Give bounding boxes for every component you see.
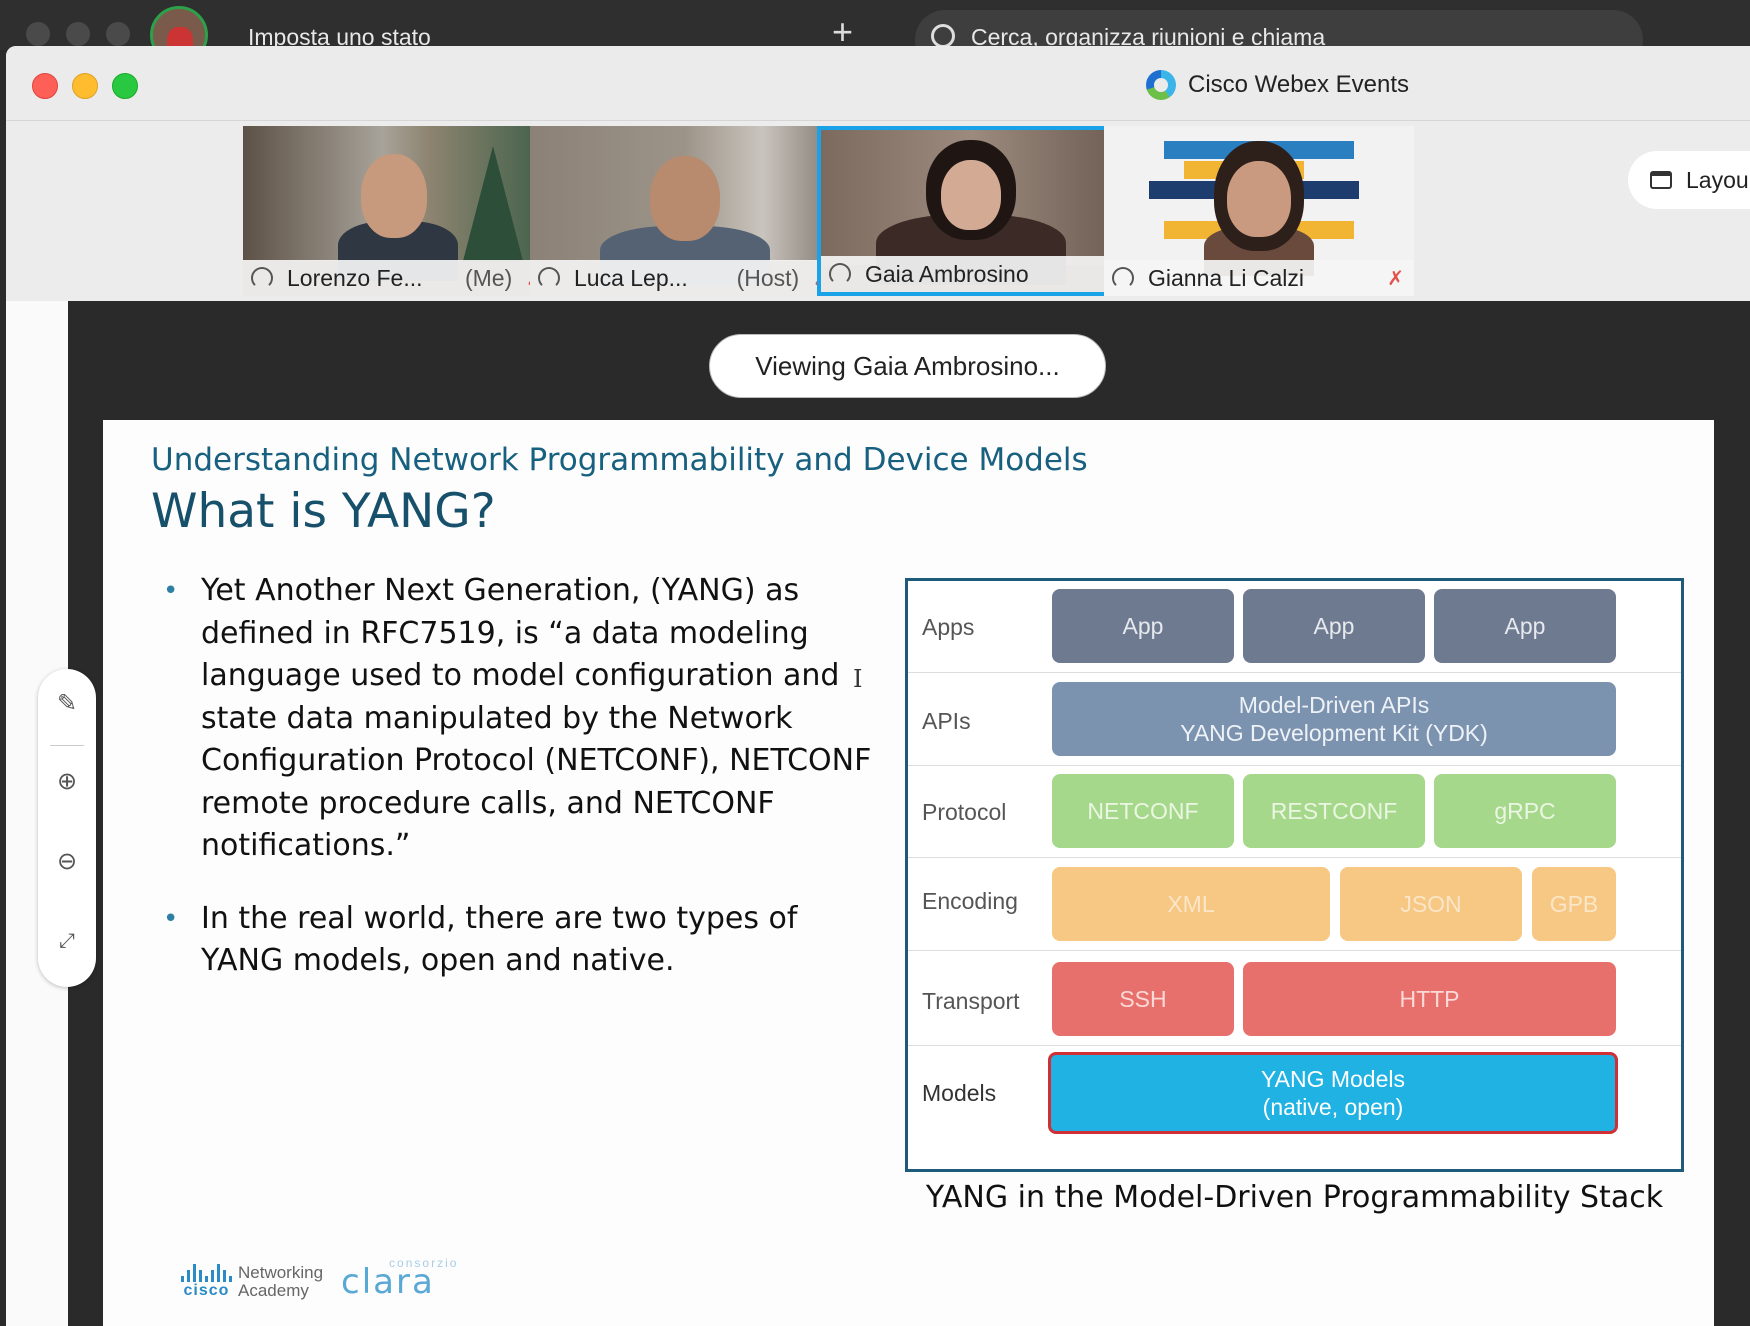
window-title: Cisco Webex Events [1188, 71, 1409, 98]
traffic-dot [106, 22, 130, 46]
diagram-caption: YANG in the Model-Driven Programmability… [925, 1180, 1664, 1215]
participant-video [821, 130, 1123, 285]
programmability-stack-diagram: Apps App App App APIs Model-Driven APIs … [905, 578, 1684, 1172]
stack-row-apps: Apps App App App [908, 581, 1681, 673]
row-label: Transport [922, 988, 1020, 1014]
encoding-block: GPB [1532, 867, 1616, 941]
protocol-block: gRPC [1434, 774, 1616, 848]
close-window-button[interactable] [32, 73, 58, 99]
participant-role: (Host) [736, 264, 800, 291]
stack-row-encoding: Encoding XML JSON GPB [908, 858, 1681, 951]
toolbar-divider [50, 745, 84, 746]
row-label: Models [922, 1080, 997, 1106]
protocol-block: RESTCONF [1243, 774, 1425, 848]
minimize-window-button[interactable] [72, 73, 98, 99]
cisco-bars-icon [181, 1264, 232, 1282]
zoom-window-button[interactable] [112, 73, 138, 99]
yang-models-block: YANG Models (native, open) [1048, 1052, 1618, 1134]
participant-strip: Lorenzo Fe... (Me) ✗ Luca Lep... (Host) … [6, 121, 1750, 301]
zoom-in-icon[interactable]: ⊕ [38, 761, 96, 801]
app-block: App [1243, 589, 1425, 663]
headset-icon [1112, 267, 1134, 289]
academy-word: Academy [238, 1281, 309, 1300]
stack-row-transport: Transport SSH HTTP [908, 951, 1681, 1046]
traffic-dot [26, 22, 50, 46]
transport-block: SSH [1052, 962, 1234, 1036]
stack-row-models: Models YANG Models (native, open) [908, 1046, 1681, 1169]
participant-name: Luca Lep... [574, 264, 688, 291]
yang-line: YANG Models [1260, 1066, 1405, 1092]
layout-button[interactable]: Layou [1628, 151, 1750, 209]
cisco-word: cisco [183, 1282, 230, 1299]
bullet-list: Yet Another Next Generation, (YANG) as d… [163, 570, 878, 999]
stack-row-apis: APIs Model-Driven APIs YANG Development … [908, 673, 1681, 766]
layout-button-label: Layou [1686, 166, 1749, 193]
app-block: App [1052, 589, 1234, 663]
yang-line: (native, open) [1262, 1094, 1404, 1120]
fit-screen-icon[interactable]: ⤢ [38, 921, 96, 961]
participant-tile[interactable]: Lorenzo Fe... (Me) ✗ [243, 126, 553, 296]
text-cursor-icon: I [853, 665, 863, 693]
clara-logo: consorzio clara [341, 1256, 456, 1302]
participant-namebar: Luca Lep... (Host) ✗ [530, 260, 840, 296]
app-block: App [1434, 589, 1616, 663]
transport-block: HTTP [1243, 962, 1616, 1036]
row-label: Protocol [922, 799, 1007, 825]
app-title: Cisco Webex Events [1146, 70, 1409, 100]
participant-tile[interactable]: Luca Lep... (Host) ✗ [530, 126, 840, 296]
search-icon [931, 24, 955, 48]
participant-video [243, 126, 553, 281]
row-label: Apps [922, 614, 975, 640]
new-plus-icon[interactable]: + [832, 14, 853, 50]
apis-block: Model-Driven APIs YANG Development Kit (… [1052, 682, 1616, 756]
participant-name: Gianna Li Calzi [1148, 264, 1304, 291]
bullet-item: Yet Another Next Generation, (YANG) as d… [163, 570, 878, 868]
zoom-out-icon[interactable]: ⊖ [38, 841, 96, 881]
stack-row-protocol: Protocol NETCONF RESTCONF gRPC [908, 766, 1681, 858]
protocol-block: NETCONF [1052, 774, 1234, 848]
participant-role: (Me) [464, 264, 513, 291]
cisco-networking-academy-logo: cisco Networking Academy [181, 1264, 323, 1300]
row-label: Encoding [922, 888, 1018, 914]
meeting-window: Cisco Webex Events Lorenzo Fe... (Me) ✗ [6, 46, 1750, 1326]
participant-tile[interactable]: Gianna Li Calzi ✗ [1104, 126, 1414, 296]
slide-title: What is YANG? [151, 484, 496, 539]
presentation-slide: Understanding Network Programmability an… [103, 420, 1714, 1326]
participant-name: Gaia Ambrosino [865, 260, 1029, 287]
footer-logos: cisco Networking Academy consorzio clara [181, 1256, 456, 1302]
row-label: APIs [922, 708, 971, 734]
headset-icon [538, 267, 560, 289]
calendar-icon [1650, 171, 1672, 189]
consorzio-word: consorzio [389, 1256, 459, 1270]
participant-namebar: Gaia Ambrosino [821, 256, 1123, 292]
participant-video [1104, 126, 1414, 276]
encoding-block: XML [1052, 867, 1330, 941]
participant-name: Lorenzo Fe... [287, 264, 423, 291]
annotate-icon[interactable]: ✎ [38, 683, 96, 723]
mute-icon: ✗ [1387, 267, 1404, 290]
title-bar: Cisco Webex Events [6, 46, 1750, 121]
encoding-block: JSON [1340, 867, 1522, 941]
bullet-item: In the real world, there are two types o… [163, 898, 878, 983]
shared-content-area: Understanding Network Programmability an… [6, 301, 1750, 1326]
headset-icon [251, 267, 273, 289]
networking-word: Networking [238, 1263, 324, 1282]
participant-tile-active[interactable]: Gaia Ambrosino [817, 126, 1127, 296]
slide-subtitle: Understanding Network Programmability an… [151, 442, 1088, 478]
webex-logo-icon [1146, 70, 1176, 100]
networking-academy-text: Networking Academy [238, 1264, 323, 1300]
participant-namebar: Gianna Li Calzi ✗ [1104, 260, 1414, 296]
background-app-bar: Imposta uno stato + Cerca, organizza riu… [0, 0, 1750, 70]
traffic-dot [66, 22, 90, 46]
participant-video [530, 126, 840, 286]
apis-line: Model-Driven APIs [1238, 692, 1430, 718]
annotation-toolbar: ✎ ⊕ ⊖ ⤢ [38, 669, 96, 987]
headset-icon [829, 263, 851, 285]
viewing-banner: Viewing Gaia Ambrosino... [709, 334, 1106, 398]
apis-line: YANG Development Kit (YDK) [1180, 720, 1488, 746]
participant-namebar: Lorenzo Fe... (Me) ✗ [243, 260, 553, 296]
